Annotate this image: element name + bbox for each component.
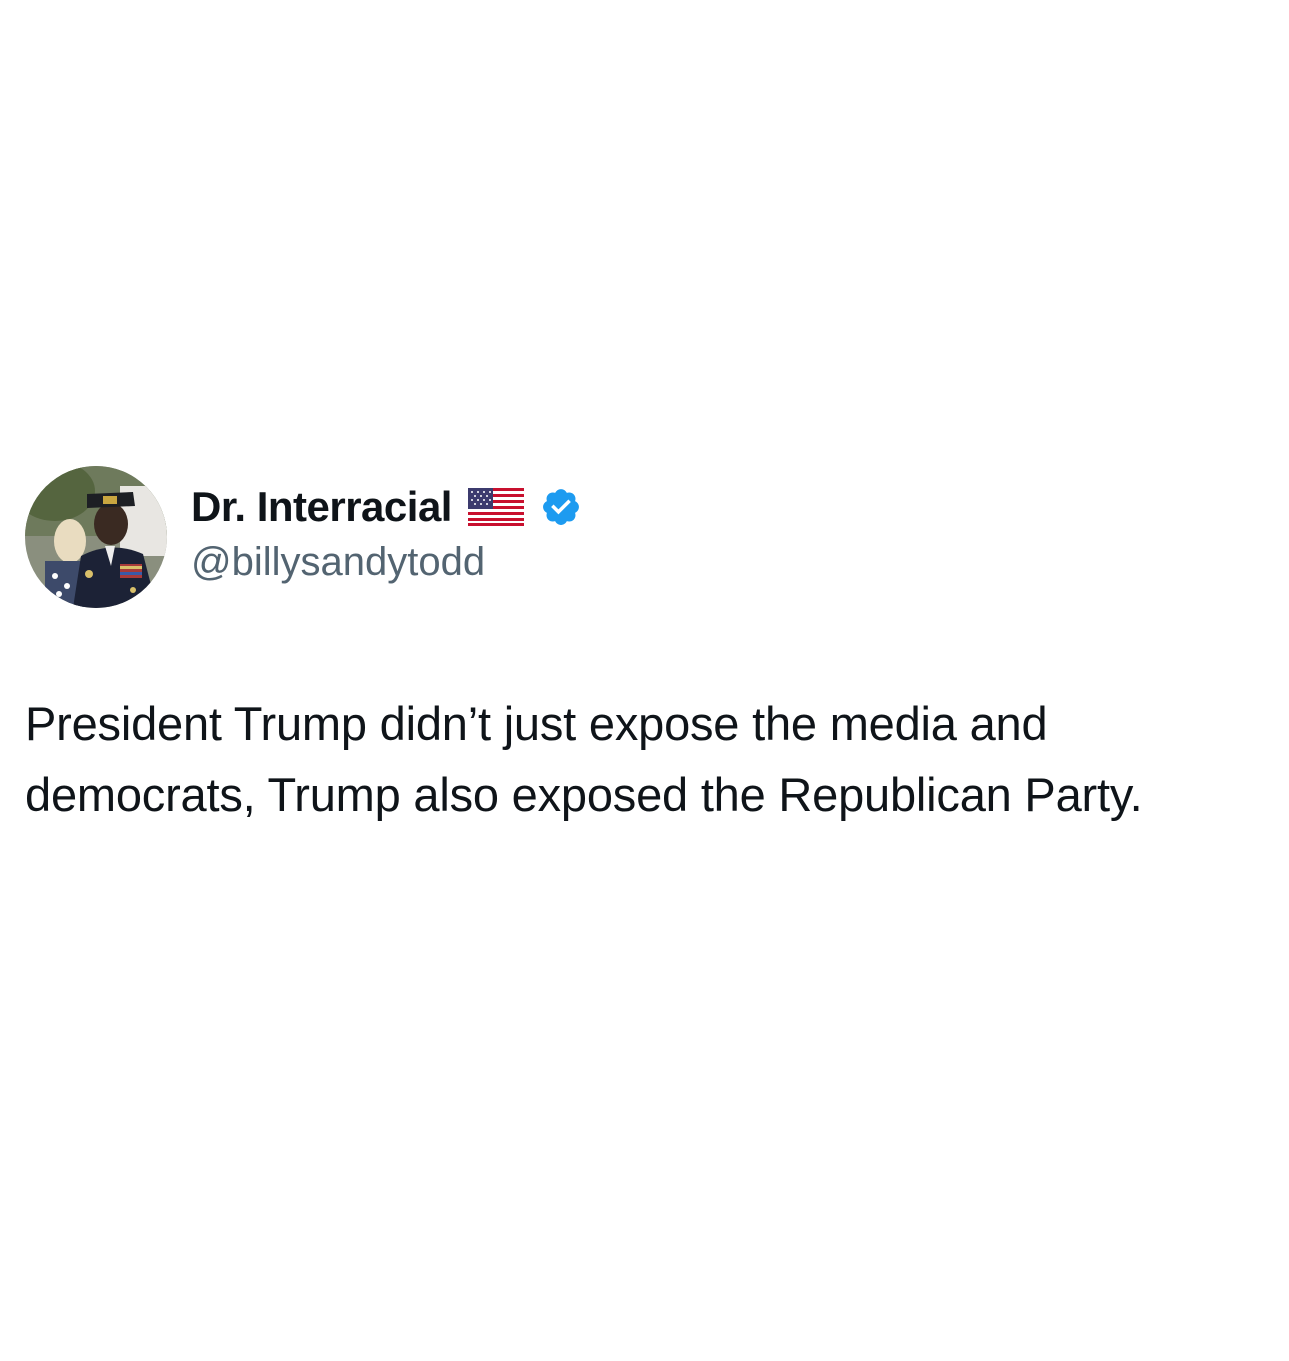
author-info: Dr. Interracial @billysandytodd [191, 482, 582, 585]
us-flag-icon [467, 488, 524, 526]
post-text: President Trump didn’t just expose the m… [25, 697, 1143, 821]
verified-badge-icon[interactable] [540, 486, 582, 528]
name-row: Dr. Interracial [191, 482, 582, 532]
avatar-image [25, 466, 167, 608]
post-header: Dr. Interracial @billysandytodd [25, 466, 1265, 608]
author-display-name[interactable]: Dr. Interracial [191, 483, 452, 531]
avatar[interactable] [25, 466, 167, 608]
post: Dr. Interracial @billysandytodd Presiden… [25, 466, 1265, 821]
author-handle[interactable]: @billysandytodd [191, 540, 582, 585]
